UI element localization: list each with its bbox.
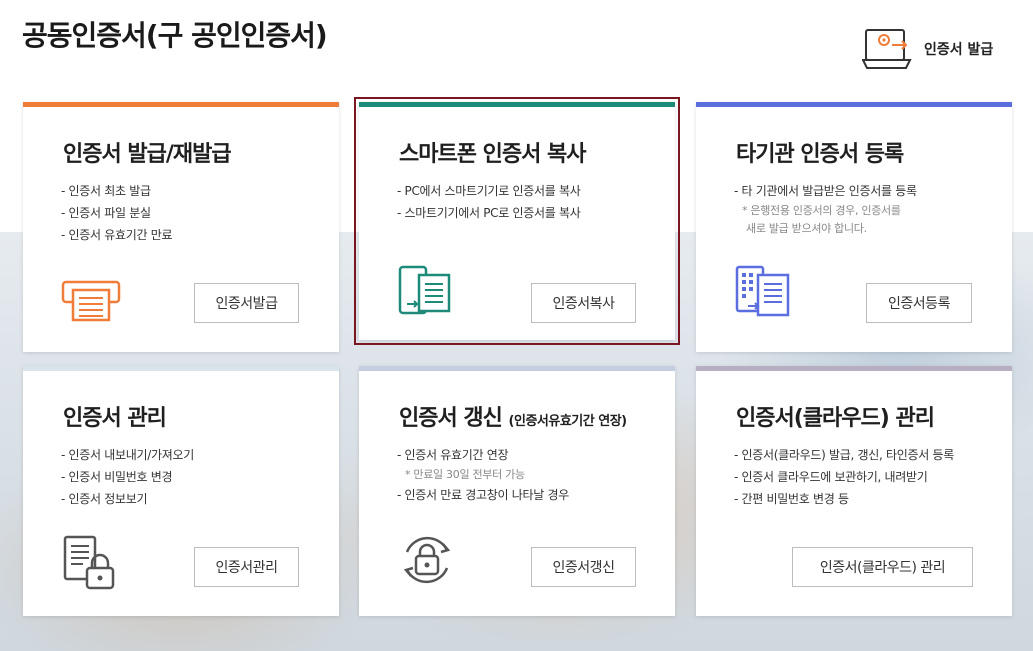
card-title-main: 인증서 갱신 xyxy=(399,406,503,431)
card-smartphone-copy: 스마트폰 인증서 복사 - PC에서 스마트기기로 인증서를 복사 - 스마트기… xyxy=(354,97,680,345)
list-item: - 타 기관에서 발급받은 인증서를 등록 xyxy=(734,184,917,198)
register-button[interactable]: 인증서등록 xyxy=(866,283,972,323)
list-item: - 인증서 최초 발급 xyxy=(61,184,151,198)
issue-certificate-label: 인증서 발급 xyxy=(924,42,994,58)
printer-certificate-icon xyxy=(61,280,121,322)
page-title: 공동인증서(구 공인인증서) xyxy=(22,19,328,52)
list-item: - 인증서 정보보기 xyxy=(61,492,148,506)
note-item: * 만료일 30일 전부터 가능 xyxy=(405,468,525,481)
card-issue-reissue: 인증서 발급/재발급 - 인증서 최초 발급 - 인증서 파일 분실 - 인증서… xyxy=(23,102,339,352)
document-lock-icon xyxy=(63,535,115,590)
laptop-gear-icon xyxy=(862,29,912,69)
document-register-icon xyxy=(735,265,790,317)
card-accent-bar xyxy=(359,102,675,107)
list-item: - 간편 비밀번호 변경 등 xyxy=(734,492,849,506)
list-item: - 인증서 클라우드에 보관하기, 내려받기 xyxy=(734,470,928,484)
card-title: 스마트폰 인증서 복사 xyxy=(399,142,586,167)
list-item: - 인증서 내보내기/가져오기 xyxy=(61,448,194,462)
list-item: - 인증서(클라우드) 발급, 갱신, 타인증서 등록 xyxy=(734,448,954,462)
note-item: * 은행전용 인증서의 경우, 인증서를 xyxy=(742,204,901,217)
list-item: - 인증서 유효기간 연장 xyxy=(397,448,509,462)
list-item: - 인증서 파일 분실 xyxy=(61,206,151,220)
card-title: 인증서(클라우드) 관리 xyxy=(736,406,935,431)
lock-refresh-icon xyxy=(403,536,451,584)
list-item: - PC에서 스마트기기로 인증서를 복사 xyxy=(397,184,581,198)
card-accent-bar xyxy=(696,102,1012,107)
card-title: 인증서 갱신 (인증서유효기간 연장) xyxy=(399,400,627,432)
note-item: 새로 발급 받으셔야 합니다. xyxy=(746,222,867,235)
copy-button[interactable]: 인증서복사 xyxy=(531,283,636,323)
card-title: 인증서 관리 xyxy=(63,406,167,431)
card-title: 타기관 인증서 등록 xyxy=(736,142,904,167)
card-list: - 인증서(클라우드) 발급, 갱신, 타인증서 등록 - 인증서 클라우드에 … xyxy=(734,444,954,510)
manage-button[interactable]: 인증서관리 xyxy=(194,547,299,587)
issue-certificate-link[interactable]: 인증서 발급 xyxy=(862,28,993,70)
card-list: - 인증서 내보내기/가져오기 - 인증서 비밀번호 변경 - 인증서 정보보기 xyxy=(61,444,194,510)
list-item: - 스마트기기에서 PC로 인증서를 복사 xyxy=(397,206,581,220)
list-item: - 인증서 만료 경고창이 나타날 경우 xyxy=(397,488,569,502)
card-list: - 타 기관에서 발급받은 인증서를 등록 * 은행전용 인증서의 경우, 인증… xyxy=(734,180,917,238)
card-cloud-manage: 인증서(클라우드) 관리 - 인증서(클라우드) 발급, 갱신, 타인증서 등록… xyxy=(696,366,1012,616)
card-manage: 인증서 관리 - 인증서 내보내기/가져오기 - 인증서 비밀번호 변경 - 인… xyxy=(23,366,339,616)
card-accent-bar xyxy=(23,102,339,107)
card-title: 인증서 발급/재발급 xyxy=(63,142,232,167)
card-other-institution-register: 타기관 인증서 등록 - 타 기관에서 발급받은 인증서를 등록 * 은행전용 … xyxy=(696,102,1012,352)
card-accent-bar xyxy=(696,366,1012,371)
phone-copy-icon xyxy=(398,265,451,315)
card-list: - PC에서 스마트기기로 인증서를 복사 - 스마트기기에서 PC로 인증서를… xyxy=(397,180,581,224)
card-renew: 인증서 갱신 (인증서유효기간 연장) - 인증서 유효기간 연장 * 만료일 … xyxy=(359,366,675,616)
list-item: - 인증서 비밀번호 변경 xyxy=(61,470,173,484)
card-accent-bar xyxy=(359,366,675,371)
card-list: - 인증서 최초 발급 - 인증서 파일 분실 - 인증서 유효기간 만료 xyxy=(61,180,173,246)
card-list: - 인증서 유효기간 연장 * 만료일 30일 전부터 가능 - 인증서 만료 … xyxy=(397,444,569,506)
issue-button[interactable]: 인증서발급 xyxy=(194,283,299,323)
cloud-manage-button[interactable]: 인증서(클라우드) 관리 xyxy=(792,547,973,587)
card-accent-bar xyxy=(23,366,339,371)
list-item: - 인증서 유효기간 만료 xyxy=(61,228,173,242)
card-title-sub: (인증서유효기간 연장) xyxy=(508,414,628,429)
renew-button[interactable]: 인증서갱신 xyxy=(531,547,636,587)
